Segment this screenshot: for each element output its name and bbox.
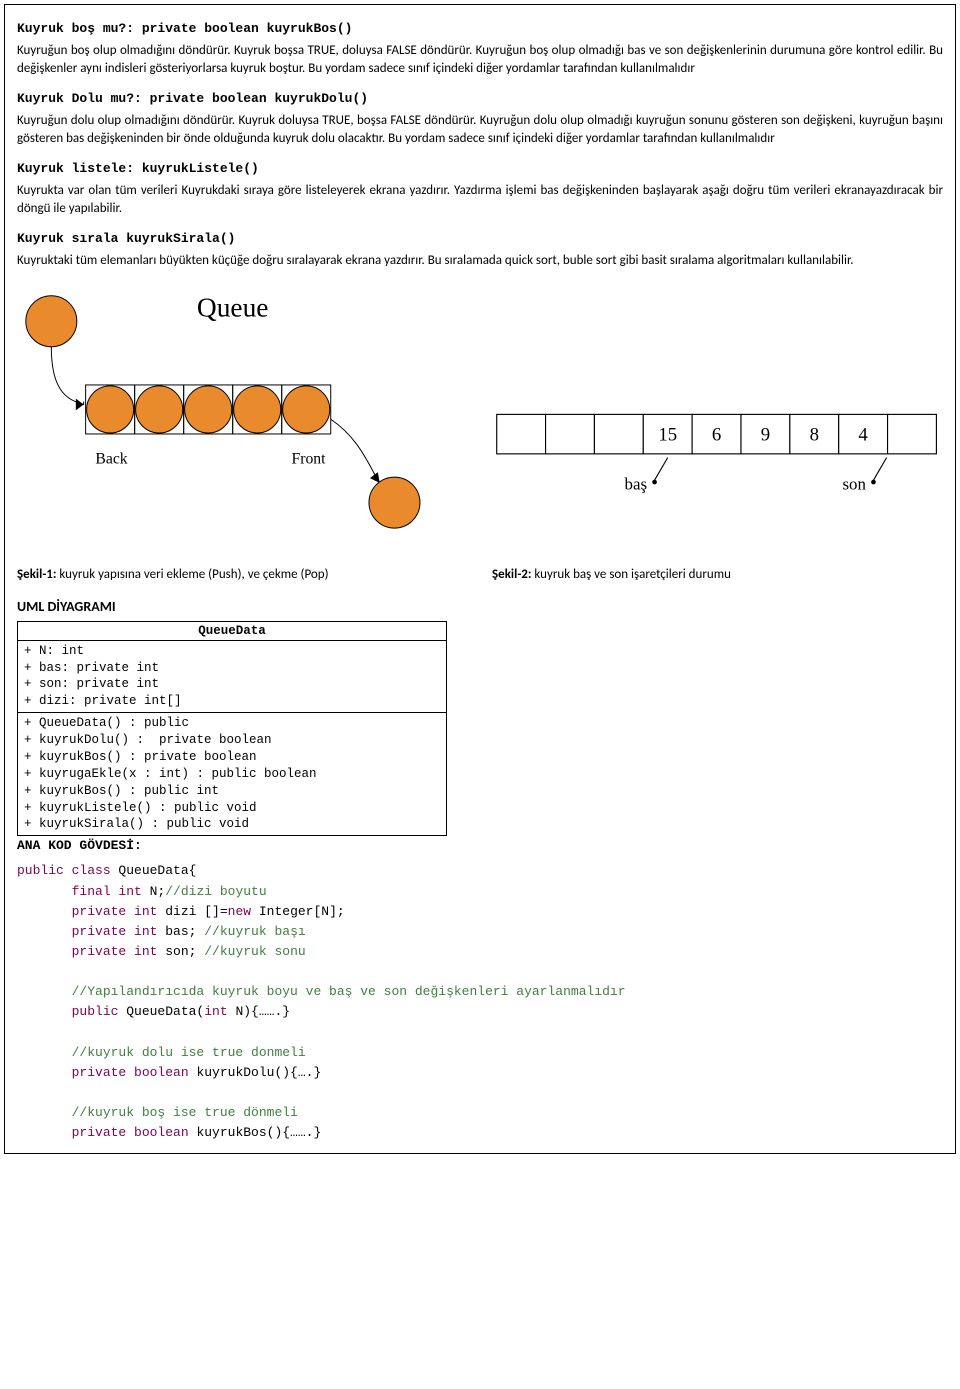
- heading-kuyrukdolu: Kuyruk Dolu mu?: private boolean kuyrukD…: [17, 91, 943, 106]
- para-kuyruklistele: Kuyrukta var olan tüm verileri Kuyrukdak…: [17, 182, 943, 217]
- document-page: Kuyruk boş mu?: private boolean kuyrukBo…: [4, 4, 956, 1154]
- uml-heading: UML DİYAGRAMI: [17, 598, 943, 615]
- label-back: Back: [95, 450, 127, 467]
- queue-node-incoming: [26, 296, 77, 347]
- uml-op-2: + kuyrukBos() : private boolean: [24, 749, 440, 766]
- figures-row: Queue: [17, 282, 943, 582]
- figure2-caption-text: kuyruk baş ve son işaretçileri durumu: [531, 567, 730, 582]
- uml-op-5: + kuyrukListele() : public void: [24, 800, 440, 817]
- uml-attr-2: + son: private int: [24, 676, 440, 693]
- code-heading: ANA KOD GÖVDESİ:: [17, 838, 943, 853]
- figure1-caption: Şekil-1: kuyruk yapısına veri ekleme (Pu…: [17, 567, 468, 582]
- label-son: son: [842, 475, 866, 494]
- para-kuyrukdolu: Kuyruğun dolu olup olmadığını döndürür. …: [17, 112, 943, 147]
- figure1-caption-bold: Şekil-1:: [17, 567, 56, 582]
- cell-val-3: 8: [810, 425, 819, 446]
- uml-classname: QueueData: [18, 621, 447, 640]
- uml-op-0: + QueueData() : public: [24, 715, 440, 732]
- uml-op-6: + kuyrukSirala() : public void: [24, 816, 440, 833]
- uml-attr-3: + dizi: private int[]: [24, 693, 440, 710]
- uml-attr-0: + N: int: [24, 643, 440, 660]
- uml-op-4: + kuyrukBos() : public int: [24, 783, 440, 800]
- figure2-caption-bold: Şekil-2:: [492, 567, 531, 582]
- figure-1: Queue: [17, 282, 468, 582]
- code-block: public class QueueData{ final int N;//di…: [17, 861, 943, 1143]
- queue-node-outgoing: [369, 477, 420, 528]
- figure-2: 15 6 9 8 4 baş son Şekil-2: kuyruk baş v…: [492, 405, 943, 582]
- queue-push-pop-diagram: Queue: [17, 282, 468, 537]
- heading-kuyruklistele: Kuyruk listele: kuyrukListele(): [17, 161, 943, 176]
- uml-op-1: + kuyrukDolu() : private boolean: [24, 732, 440, 749]
- queue-array-pointers: 15 6 9 8 4 baş son: [492, 405, 943, 537]
- cell-val-4: 4: [858, 425, 868, 446]
- para-kuyrukbos: Kuyruğun boş olup olmadığını döndürür. K…: [17, 42, 943, 77]
- figure2-caption: Şekil-2: kuyruk baş ve son işaretçileri …: [492, 567, 943, 582]
- heading-kuyrukbos: Kuyruk boş mu?: private boolean kuyrukBo…: [17, 21, 943, 36]
- cell-val-0: 15: [658, 425, 677, 446]
- uml-op-3: + kuyrugaEkle(x : int) : public boolean: [24, 766, 440, 783]
- label-bas: baş: [624, 475, 647, 494]
- uml-table: QueueData + N: int + bas: private int + …: [17, 621, 447, 837]
- heading-kuyruksirala: Kuyruk sırala kuyrukSirala(): [17, 231, 943, 246]
- figure1-title: Queue: [197, 292, 269, 322]
- figure1-caption-text: kuyruk yapısına veri ekleme (Push), ve ç…: [56, 567, 328, 582]
- uml-attr-1: + bas: private int: [24, 660, 440, 677]
- cell-val-1: 6: [712, 425, 721, 446]
- cell-val-2: 9: [761, 425, 770, 446]
- para-kuyruksirala: Kuyruktaki tüm elemanları büyükten küçüğ…: [17, 252, 943, 270]
- label-front: Front: [292, 450, 327, 467]
